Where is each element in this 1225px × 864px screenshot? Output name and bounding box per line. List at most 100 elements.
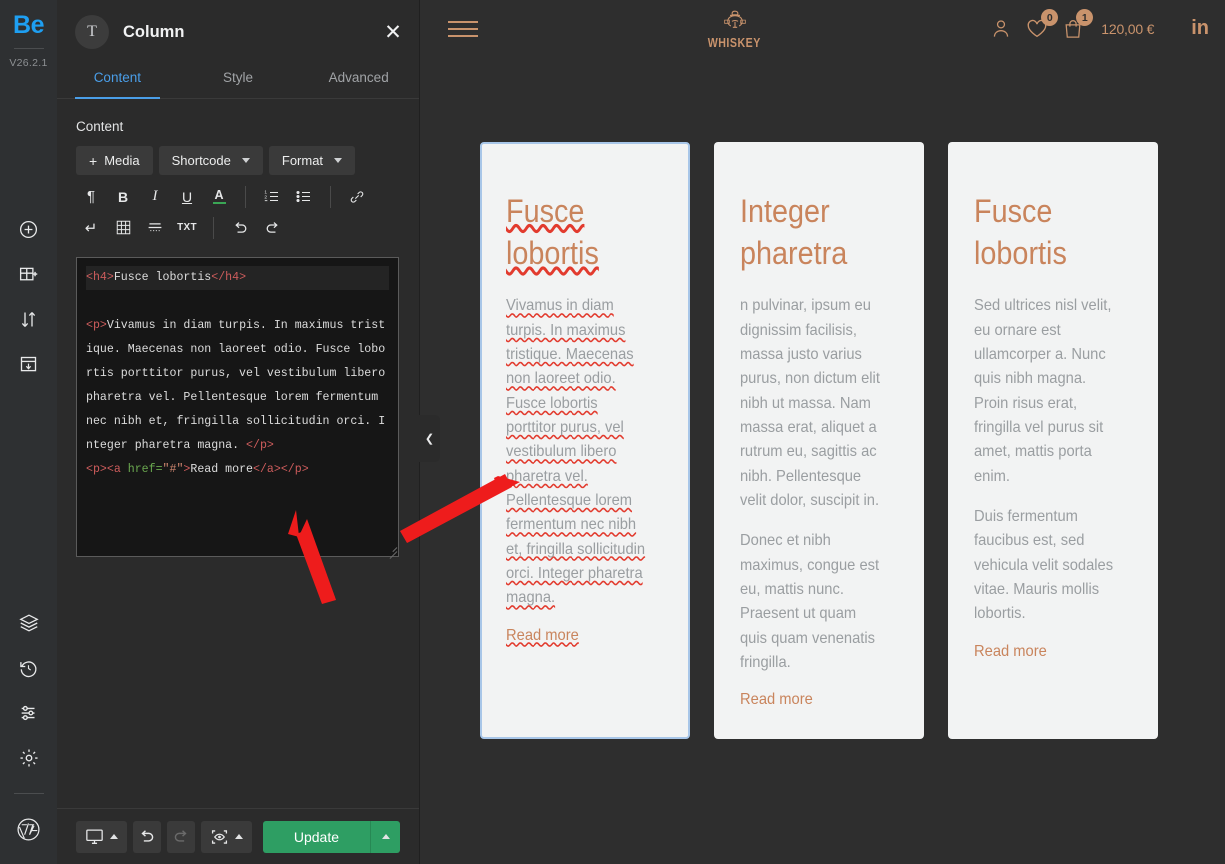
version-label: V26.2.1 — [9, 57, 48, 69]
rail-divider-top — [13, 48, 44, 49]
add-section-icon[interactable] — [16, 261, 42, 287]
code-editor-wrapper: <h4>Fusce lobortis</h4> <p>Vivamus in di… — [76, 257, 400, 559]
app-root: Be V26.2.1 T Column ✕ Content Style Adva… — [0, 0, 1225, 864]
linkedin-icon[interactable]: in — [1191, 17, 1209, 40]
columns-row: Fusce lobortis Vivamus in diam turpis. I… — [420, 57, 1225, 740]
format-toolbar-row-2: ↵ TXT — [76, 212, 400, 243]
paragraph-icon[interactable]: ¶ — [76, 183, 106, 210]
user-account-icon[interactable] — [991, 18, 1011, 39]
undo-icon[interactable] — [225, 214, 255, 241]
card-paragraph: Sed ultrices nisl velit, eu ornare est u… — [974, 297, 1112, 485]
format-label: Format — [281, 153, 324, 168]
tab-advanced[interactable]: Advanced — [298, 56, 419, 98]
shortcode-button[interactable]: Shortcode — [158, 146, 263, 175]
tab-content[interactable]: Content — [57, 56, 178, 99]
cart-total-price: 120,00 € — [1101, 20, 1155, 37]
card-paragraph: Duis fermentum faucibus est, sed vehicul… — [974, 507, 1114, 623]
rail-top-group — [16, 216, 42, 377]
editor-action-row: + Media Shortcode Format — [76, 146, 400, 175]
underline-icon[interactable]: U — [172, 183, 202, 210]
chevron-up-icon — [234, 834, 243, 839]
svg-text:1: 1 — [264, 190, 267, 196]
text-mode-icon[interactable]: TXT — [172, 214, 202, 241]
site-brand[interactable]: WHISKEY — [703, 8, 766, 50]
chevron-down-icon — [334, 158, 343, 163]
redo-button[interactable] — [166, 820, 195, 853]
horizontal-rule-icon[interactable] — [140, 214, 170, 241]
element-settings-panel: T Column ✕ Content Style Advanced Conten… — [57, 0, 440, 864]
toolbar-separator — [213, 216, 214, 239]
bold-icon[interactable]: B — [108, 183, 138, 210]
brand-name: WHISKEY — [708, 35, 762, 50]
add-media-label: Media — [104, 153, 140, 168]
navbar-right-actions: 0 1 120,00 € in — [991, 9, 1209, 40]
html-code-editor[interactable]: <h4>Fusce lobortis</h4> <p>Vivamus in di… — [76, 257, 399, 557]
table-icon[interactable] — [108, 214, 138, 241]
card-paragraph: Vivamus in diam turpis. In maximus trist… — [506, 297, 646, 607]
history-icon[interactable] — [16, 655, 42, 681]
import-icon[interactable] — [16, 351, 42, 377]
update-options-button[interactable] — [370, 820, 400, 853]
site-preview: WHISKEY 0 1 120,00 € in Fusce lobortis V… — [420, 0, 1225, 864]
format-button[interactable]: Format — [268, 146, 356, 175]
card-title: Fusce lobortis — [506, 193, 599, 272]
panel-header: T Column ✕ — [57, 8, 419, 56]
chevron-down-icon — [241, 158, 250, 163]
cart-count-badge: 1 — [1076, 9, 1094, 26]
wishlist-heart-icon[interactable]: 0 — [1026, 9, 1059, 39]
rail-bottom-group — [13, 610, 44, 864]
gear-icon[interactable] — [16, 745, 42, 771]
content-section-label: Content — [76, 119, 124, 134]
card-title: Fusce lobortis — [974, 193, 1067, 272]
format-toolbar-row-1: ¶ B I U A 1 2 — [76, 181, 400, 212]
site-navbar: WHISKEY 0 1 120,00 € in — [420, 0, 1225, 57]
settings-sliders-icon[interactable] — [16, 700, 42, 726]
unordered-list-icon[interactable] — [289, 183, 319, 210]
card-paragraph: Donec et nibh maximus, congue est eu, ma… — [740, 532, 880, 671]
line-break-icon[interactable]: ↵ — [76, 214, 106, 241]
be-builder-logo: Be — [13, 11, 44, 39]
element-type-icon: T — [75, 15, 109, 49]
panel-tabs: Content Style Advanced — [57, 56, 419, 99]
panel-title: Column — [123, 22, 185, 41]
hamburger-menu-icon[interactable] — [448, 20, 478, 37]
toolbar-separator — [330, 185, 331, 208]
read-more-link[interactable]: Read more — [974, 643, 1047, 661]
layers-icon[interactable] — [16, 610, 42, 636]
toolbar-separator — [245, 185, 246, 208]
column-card-2[interactable]: Integer pharetra n pulvinar, ipsum eu di… — [714, 142, 924, 740]
column-card-1[interactable]: Fusce lobortis Vivamus in diam turpis. I… — [480, 142, 690, 740]
update-button-group: Update — [262, 820, 400, 853]
ordered-list-icon[interactable]: 1 2 — [257, 183, 287, 210]
close-icon[interactable]: ✕ — [381, 20, 405, 44]
redo-icon[interactable] — [257, 214, 287, 241]
preview-eye-button[interactable] — [200, 820, 252, 853]
chevron-up-icon — [381, 834, 390, 839]
reorder-icon[interactable] — [16, 306, 42, 332]
link-icon[interactable] — [342, 183, 372, 210]
panel-footer: Update — [57, 808, 419, 864]
read-more-link[interactable]: Read more — [506, 627, 579, 645]
chevron-up-icon — [110, 834, 118, 839]
whiskey-man-logo — [723, 10, 746, 28]
italic-icon[interactable]: I — [140, 183, 170, 210]
wordpress-icon[interactable] — [16, 816, 42, 842]
shortcode-label: Shortcode — [171, 153, 231, 168]
device-preview-button[interactable] — [76, 820, 127, 853]
card-title: Integer pharetra — [740, 193, 848, 272]
tab-style[interactable]: Style — [178, 56, 299, 98]
svg-text:2: 2 — [264, 195, 267, 201]
wishlist-count-badge: 0 — [1041, 9, 1059, 26]
card-paragraph: n pulvinar, ipsum eu dignissim facilisis… — [740, 297, 880, 509]
text-color-icon[interactable]: A — [204, 183, 234, 210]
column-card-3[interactable]: Fusce lobortis Sed ultrices nisl velit, … — [948, 142, 1158, 740]
add-element-icon[interactable] — [16, 216, 42, 242]
panel-body: Content + Media Shortcode Format ¶ B I U… — [57, 99, 419, 808]
undo-button[interactable] — [133, 820, 161, 853]
collapse-panel-button[interactable]: ❮ — [419, 415, 440, 462]
update-button[interactable]: Update — [262, 820, 370, 853]
read-more-link[interactable]: Read more — [740, 691, 813, 709]
add-media-button[interactable]: + Media — [76, 146, 153, 175]
left-icon-rail: Be V26.2.1 — [0, 0, 57, 864]
shopping-bag-icon[interactable]: 1 — [1063, 9, 1094, 39]
